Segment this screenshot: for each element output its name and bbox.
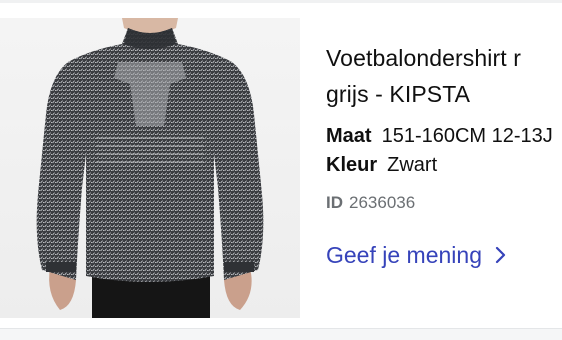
bottom-divider [0,328,562,340]
product-image[interactable] [0,18,300,318]
top-divider [0,0,562,3]
product-card: Voetbalondershirt r grijs - KIPSTA Maat 1… [0,0,562,340]
size-value: 151-160CM 12-13J [381,125,553,147]
product-title[interactable]: Voetbalondershirt r grijs - KIPSTA [326,40,562,112]
chevron-right-icon [495,246,506,264]
product-info: Voetbalondershirt r grijs - KIPSTA Maat 1… [326,40,562,270]
give-review-link[interactable]: Geef je mening [326,240,508,270]
size-label: Maat [326,125,372,147]
shirt-photo-icon [0,18,300,318]
size-row: Maat 151-160CM 12-13J [326,122,562,151]
color-value: Zwart [387,154,438,176]
product-id: ID 2636036 [326,192,562,214]
color-label: Kleur [326,154,378,176]
product-id-value: 2636036 [349,193,416,212]
product-title-line-1: Voetbalondershirt r [326,45,521,71]
product-id-label: ID [326,193,343,212]
color-row: Kleur Zwart [326,151,562,180]
product-title-line-2: grijs - KIPSTA [326,81,471,107]
product-attributes: Maat 151-160CM 12-13J Kleur Zwart [326,122,562,180]
give-review-label: Geef je mening [326,242,482,268]
